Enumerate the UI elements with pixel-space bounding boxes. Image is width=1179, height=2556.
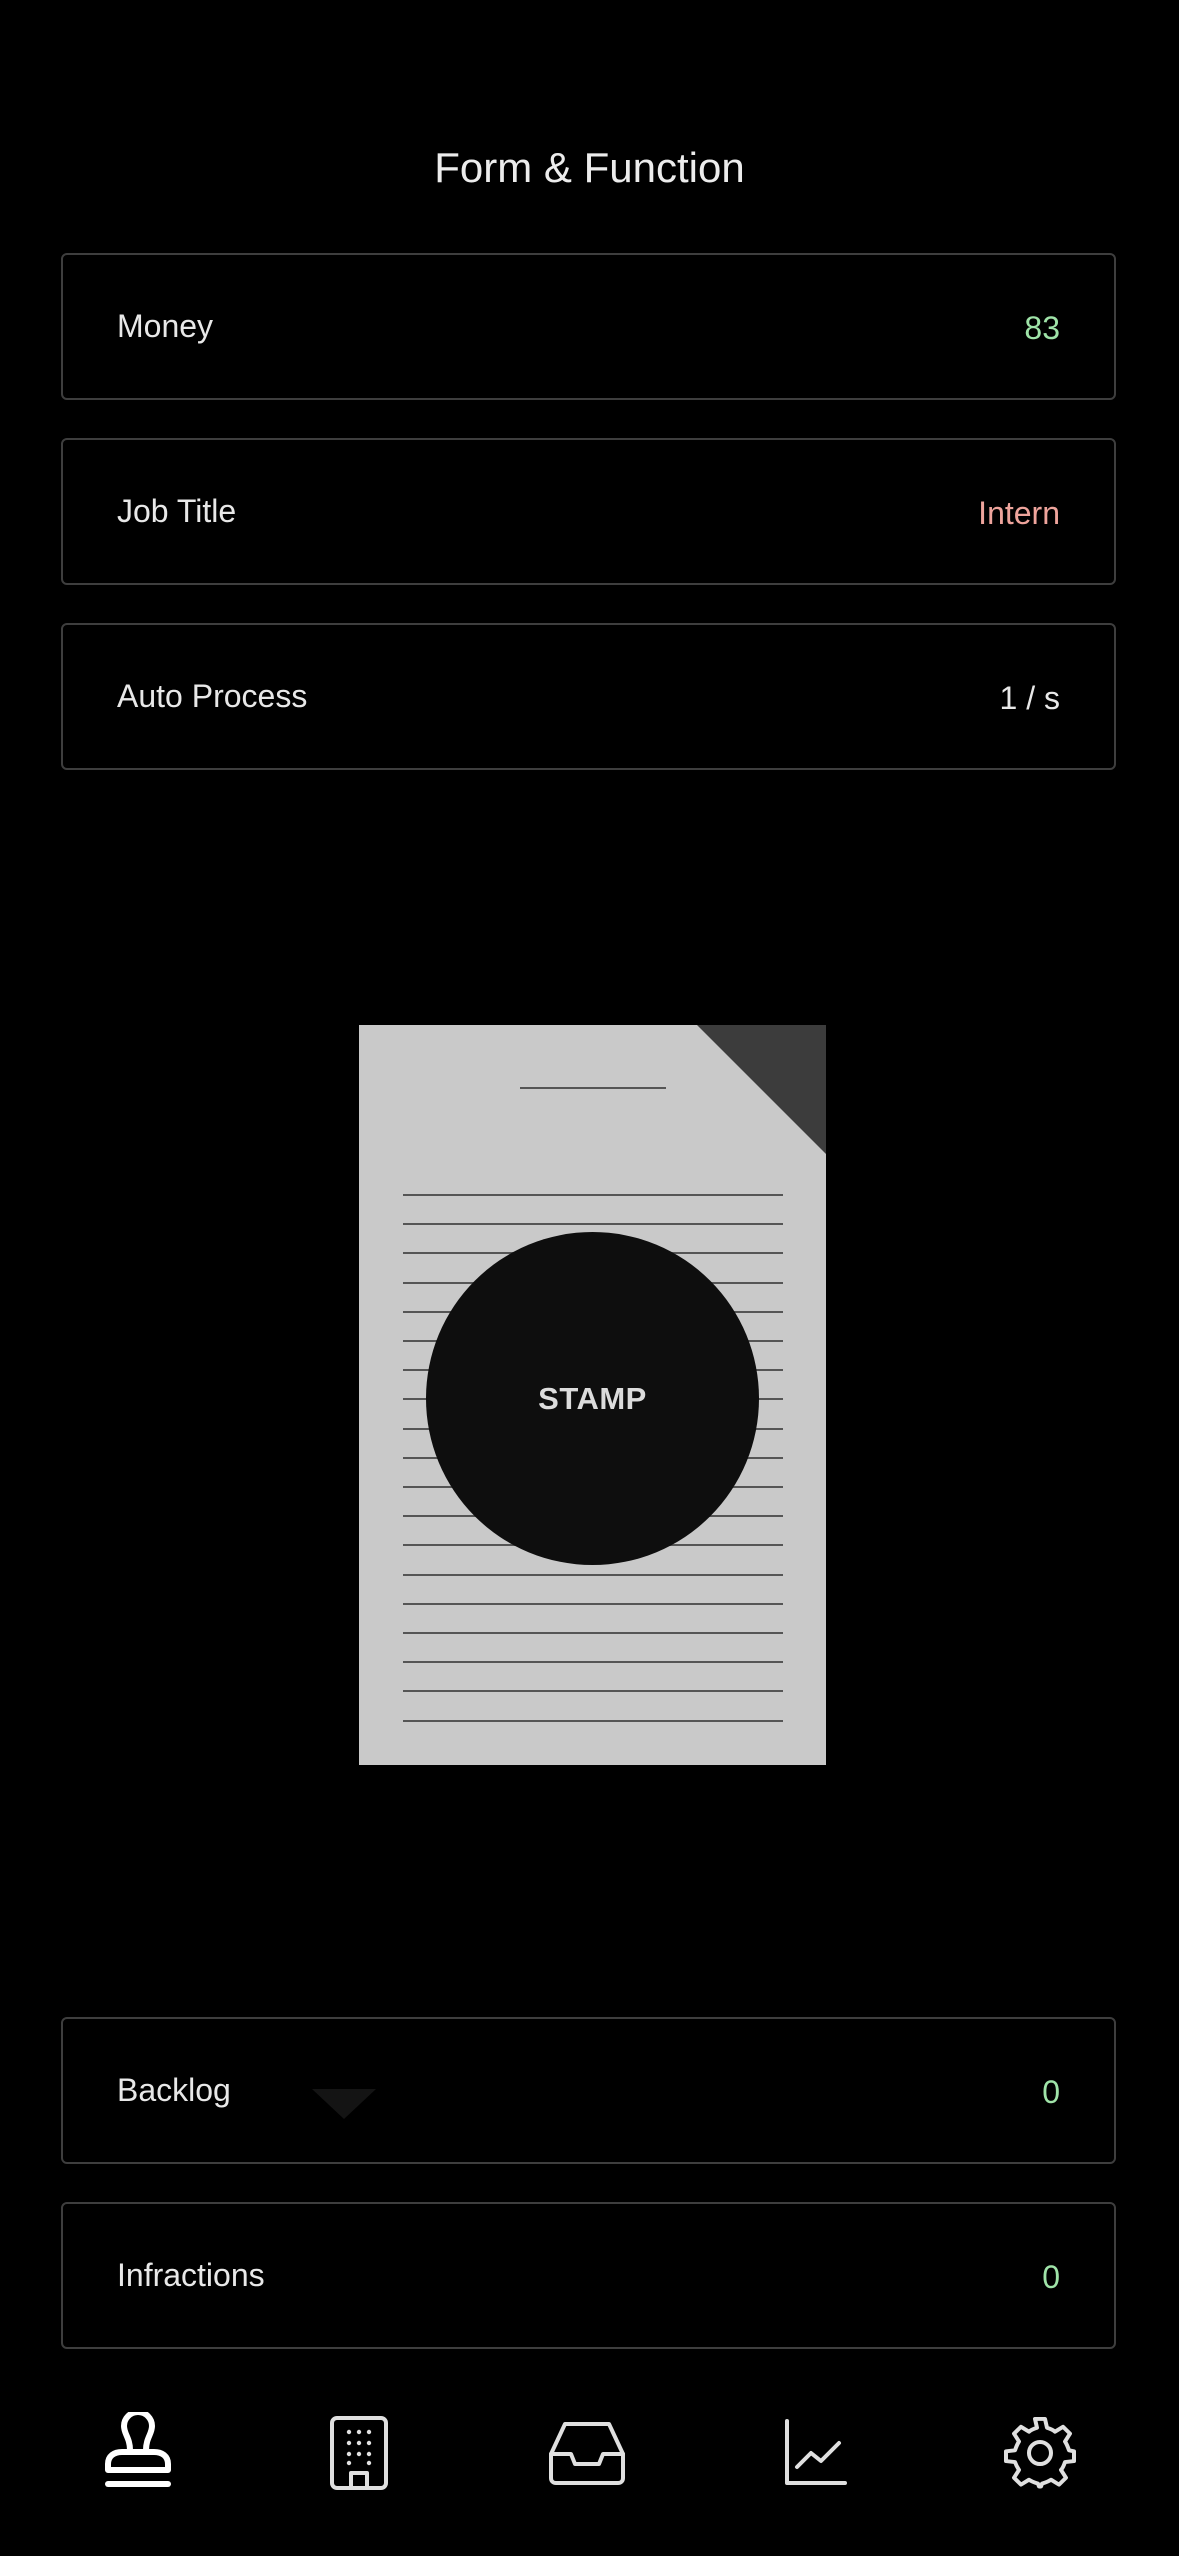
stamp-button[interactable]: STAMP: [426, 1232, 759, 1565]
auto-process-label: Auto Process: [117, 678, 308, 714]
backlog-label: Backlog: [117, 2072, 231, 2108]
job-title-card: Job Title Intern: [61, 438, 1116, 585]
line-chart-icon: [785, 2418, 847, 2485]
auto-process-card: Auto Process 1 / s: [61, 623, 1116, 770]
document: STAMP: [359, 1025, 826, 1765]
stamp-label: STAMP: [538, 1380, 647, 1416]
inbox-tray-icon: [549, 2421, 625, 2485]
tab-inbox[interactable]: [527, 2390, 647, 2515]
money-value: 83: [1024, 310, 1060, 346]
bottom-tab-bar: [0, 2390, 1179, 2515]
backlog-card: Backlog 0: [61, 2017, 1116, 2164]
infractions-label: Infractions: [117, 2257, 265, 2293]
backlog-value: 0: [1042, 2074, 1060, 2110]
money-label: Money: [117, 308, 214, 344]
stamp-icon: [105, 2411, 171, 2487]
infractions-card: Infractions 0: [61, 2202, 1116, 2349]
job-title-value: Intern: [978, 495, 1060, 531]
job-title-label: Job Title: [117, 493, 237, 529]
page-title: Form & Function: [434, 144, 745, 191]
auto-process-value: 1 / s: [999, 680, 1060, 716]
infractions-value: 0: [1042, 2259, 1060, 2295]
tab-settings[interactable]: [980, 2390, 1100, 2515]
tab-stamp[interactable]: [78, 2390, 198, 2515]
gear-icon: [1004, 2416, 1076, 2489]
tab-stats[interactable]: [756, 2390, 876, 2515]
tab-building[interactable]: [299, 2390, 419, 2515]
backlog-dropdown-arrow-icon[interactable]: [312, 2089, 376, 2119]
building-icon: [330, 2415, 388, 2490]
money-card: Money 83: [61, 253, 1116, 400]
